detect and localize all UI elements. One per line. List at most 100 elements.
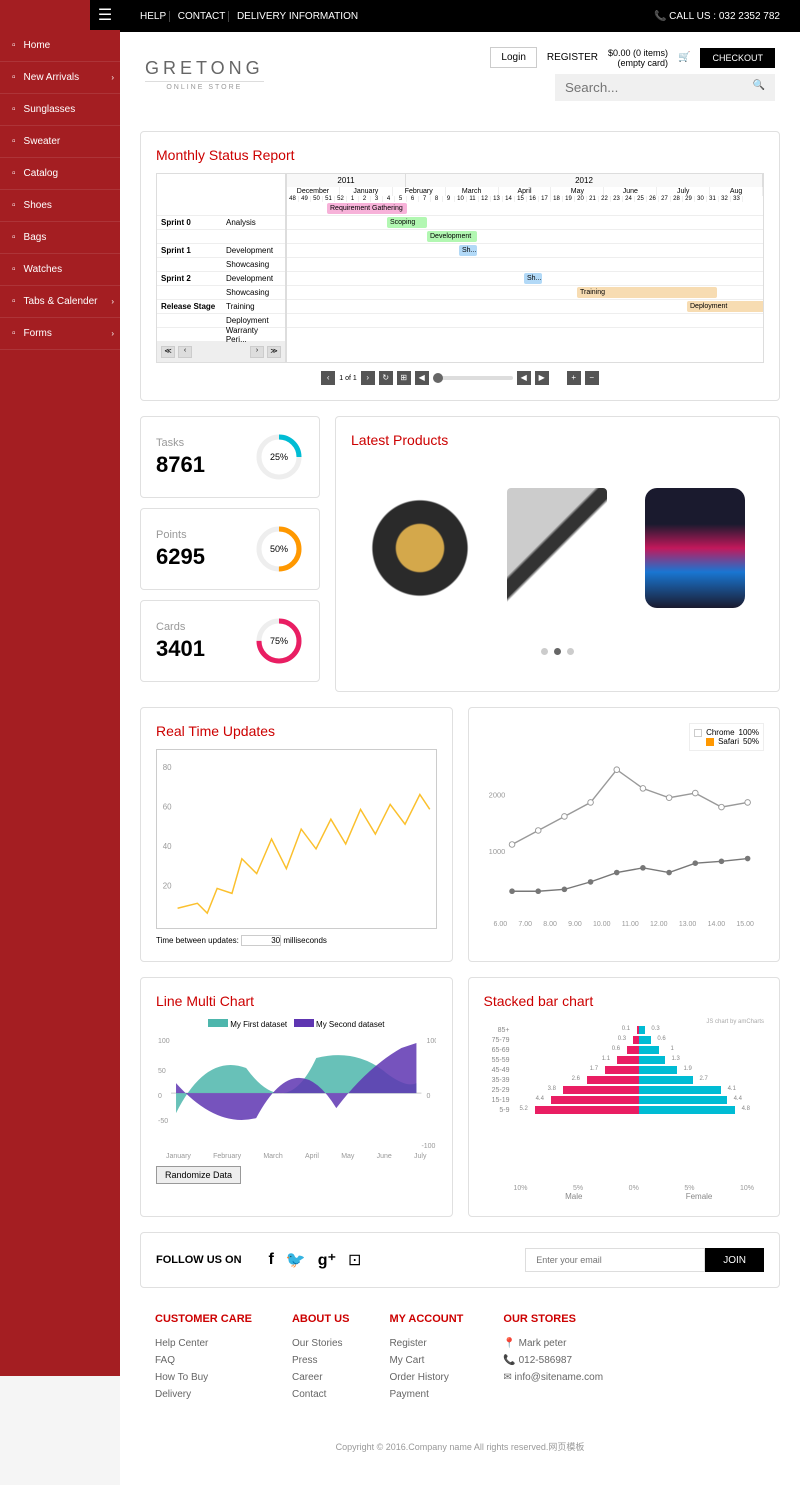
randomize-button[interactable]: Randomize Data — [156, 1166, 241, 1184]
chevron-right-icon: › — [111, 329, 114, 338]
gantt-tb-3[interactable]: ◀ — [517, 371, 531, 385]
gantt-bar[interactable]: Requirement Gathering — [327, 203, 407, 214]
search-icon[interactable]: 🔍 — [753, 80, 765, 95]
sidebar-item-forms[interactable]: ▫Forms› — [0, 318, 120, 350]
sidebar: ☰ ▫Home▫New Arrivals›▫Sunglasses▫Sweater… — [0, 0, 120, 1376]
gplus-icon[interactable]: g⁺ — [318, 1250, 336, 1270]
register-link[interactable]: REGISTER — [547, 52, 598, 63]
footer-link[interactable]: Our Stories — [292, 1335, 349, 1352]
footer-link[interactable]: ✉ info@sitename.com — [503, 1369, 603, 1386]
gantt-tb-1[interactable]: ⊞ — [397, 371, 411, 385]
footer-link[interactable]: My Cart — [389, 1352, 463, 1369]
gantt-bar[interactable]: Deployment — [687, 301, 764, 312]
donut-chart: 75% — [254, 616, 304, 666]
checkout-button[interactable]: CHECKOUT — [700, 48, 775, 68]
carousel-dot-1[interactable] — [541, 648, 548, 655]
logo-block[interactable]: GRETONG ONLINE STORE — [145, 58, 264, 91]
chevron-right-icon: › — [111, 73, 114, 82]
gantt-last[interactable]: ≫ — [267, 346, 281, 358]
sidebar-item-catalog[interactable]: ▫Catalog — [0, 158, 120, 190]
instagram-icon[interactable]: ⊡ — [348, 1250, 361, 1270]
search-box[interactable]: 🔍 — [555, 74, 775, 101]
gantt-first[interactable]: ≪ — [161, 346, 175, 358]
pyramid-chart: 85+0.10.375-790.30.665-690.6155-591.11.3… — [484, 1025, 765, 1185]
realtime-chart: 80604020 — [156, 749, 437, 929]
call-us: 📞 CALL US : 032 2352 782 — [654, 11, 780, 22]
cart-icon[interactable]: 🛒 — [678, 52, 690, 63]
svg-text:40: 40 — [163, 842, 172, 851]
gantt-bar[interactable]: Sh... — [459, 245, 477, 256]
gantt-bar[interactable]: Development — [427, 231, 477, 242]
product-watch[interactable] — [370, 488, 470, 608]
email-input[interactable] — [525, 1248, 705, 1272]
topbar: HELP CONTACT DELIVERY INFORMATION 📞 CALL… — [120, 0, 800, 32]
stat-tasks: Tasks8761 25% — [140, 416, 320, 498]
gantt-zoom-out[interactable]: − — [585, 371, 599, 385]
footer-link[interactable]: Career — [292, 1369, 349, 1386]
interval-input[interactable] — [241, 935, 281, 946]
help-link[interactable]: HELP — [140, 11, 166, 22]
search-input[interactable] — [565, 80, 753, 95]
svg-text:1000: 1000 — [488, 847, 505, 856]
gantt-tb-4[interactable]: ▶ — [535, 371, 549, 385]
gantt-next[interactable]: › — [250, 346, 264, 358]
gantt-tb-2[interactable]: ◀ — [415, 371, 429, 385]
footer-link[interactable]: Press — [292, 1352, 349, 1369]
cart-info[interactable]: $0.00 (0 items) (empty card) — [608, 48, 668, 68]
footer-link[interactable]: Register — [389, 1335, 463, 1352]
product-speaker[interactable] — [645, 488, 745, 608]
sidebar-icon: ▫ — [12, 200, 16, 211]
join-button[interactable]: JOIN — [705, 1248, 764, 1272]
gantt-bar[interactable]: Scoping — [387, 217, 427, 228]
sidebar-item-shoes[interactable]: ▫Shoes — [0, 190, 120, 222]
footer-link[interactable]: Payment — [389, 1386, 463, 1403]
sidebar-item-watches[interactable]: ▫Watches — [0, 254, 120, 286]
footer-col: MY ACCOUNTRegisterMy CartOrder HistoryPa… — [389, 1313, 463, 1403]
footer-link[interactable]: Delivery — [155, 1386, 252, 1403]
sidebar-item-sunglasses[interactable]: ▫Sunglasses — [0, 94, 120, 126]
footer-link[interactable]: Contact — [292, 1386, 349, 1403]
gantt-zoom-in[interactable]: + — [567, 371, 581, 385]
gantt-refresh[interactable]: ↻ — [379, 371, 393, 385]
carousel-dot-2[interactable] — [554, 648, 561, 655]
svg-text:60: 60 — [163, 802, 172, 811]
footer-link[interactable]: FAQ — [155, 1352, 252, 1369]
footer-link[interactable]: Help Center — [155, 1335, 252, 1352]
gantt-title: Monthly Status Report — [156, 147, 764, 163]
logo: GRETONG — [145, 58, 264, 79]
sidebar-item-new-arrivals[interactable]: ▫New Arrivals› — [0, 62, 120, 94]
sidebar-icon: ▫ — [12, 72, 16, 83]
footer-link[interactable]: Order History — [389, 1369, 463, 1386]
sidebar-item-sweater[interactable]: ▫Sweater — [0, 126, 120, 158]
twitter-icon[interactable]: 🐦 — [286, 1250, 306, 1270]
gantt-bar[interactable]: Training — [577, 287, 717, 298]
delivery-link[interactable]: DELIVERY INFORMATION — [228, 11, 358, 22]
facebook-icon[interactable]: f — [269, 1251, 274, 1269]
sidebar-item-home[interactable]: ▫Home — [0, 30, 120, 62]
gantt-prev[interactable]: ‹ — [178, 346, 192, 358]
linemulti-chart: 100500-501000-100 — [156, 1033, 437, 1153]
header: GRETONG ONLINE STORE Login REGISTER $0.0… — [120, 32, 800, 116]
carousel-dot-3[interactable] — [567, 648, 574, 655]
linemulti-panel: Line Multi Chart My First dataset My Sec… — [140, 977, 453, 1217]
logo-subtitle: ONLINE STORE — [145, 81, 264, 91]
browser-chart: 20001000 — [484, 751, 765, 921]
footer-link[interactable]: 📍 Mark peter — [503, 1335, 603, 1352]
login-button[interactable]: Login — [490, 47, 536, 68]
browser-legend: Chrome100% Safari50% — [689, 723, 764, 751]
sidebar-item-tabs-&-calender[interactable]: ▫Tabs & Calender› — [0, 286, 120, 318]
svg-text:0: 0 — [426, 1093, 430, 1100]
footer-col: OUR STORES📍 Mark peter📞 012-586987✉ info… — [503, 1313, 603, 1403]
copyright: Copyright © 2016.Company name All rights… — [140, 1428, 780, 1465]
gantt-panel: Monthly Status Report Sprint 0AnalysisSp… — [140, 131, 780, 401]
contact-link[interactable]: CONTACT — [169, 11, 225, 22]
sidebar-item-bags[interactable]: ▫Bags — [0, 222, 120, 254]
footer-link[interactable]: 📞 012-586987 — [503, 1352, 603, 1369]
hamburger-icon[interactable]: ☰ — [90, 0, 120, 30]
footer-link[interactable]: How To Buy — [155, 1369, 252, 1386]
zoom-slider[interactable] — [433, 376, 513, 380]
gantt-bar[interactable]: Sh... — [524, 273, 542, 284]
gantt-tb-prev[interactable]: ‹ — [321, 371, 335, 385]
product-selfie-stick[interactable] — [507, 488, 607, 608]
gantt-tb-next[interactable]: › — [361, 371, 375, 385]
